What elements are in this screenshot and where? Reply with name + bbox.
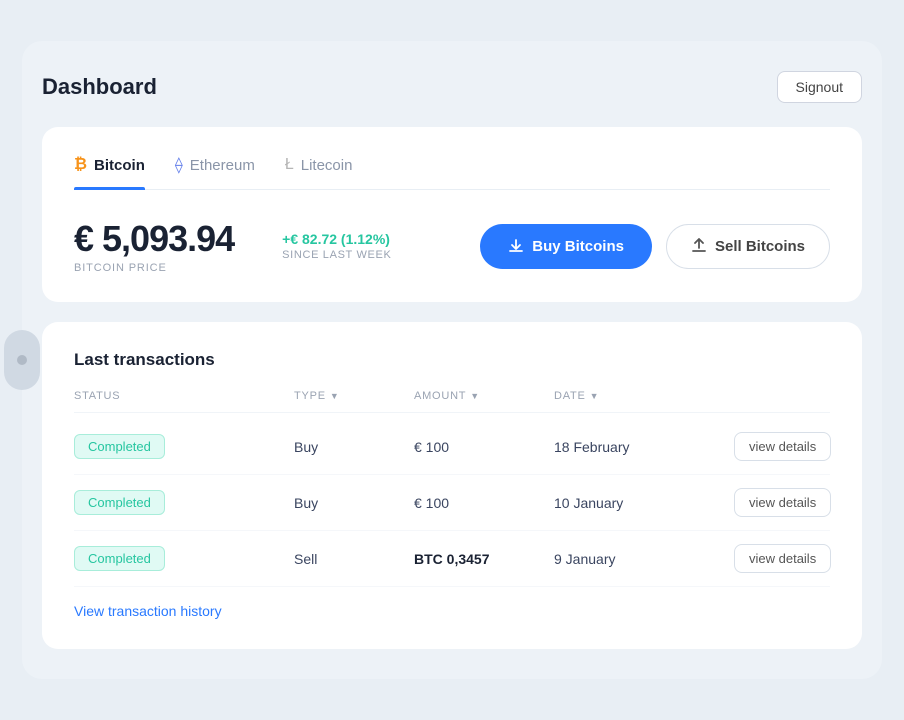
download-icon	[508, 238, 524, 254]
action-buttons: Buy Bitcoins Sell Bitcoins	[480, 224, 830, 269]
price-card: ₿ Bitcoin ⟠ Ethereum Ł Litecoin € 5,093.…	[42, 127, 862, 302]
price-value: € 5,093.94	[74, 218, 234, 260]
date-cell: 9 January	[554, 551, 734, 567]
table-row: Completed Buy € 100 10 January view deta…	[74, 475, 830, 531]
col-action	[734, 390, 854, 402]
tab-litecoin[interactable]: Ł Litecoin	[285, 155, 353, 189]
sidebar-handle[interactable]	[4, 330, 40, 390]
buy-button-label: Buy Bitcoins	[532, 238, 624, 255]
col-amount[interactable]: AMOUNT ▼	[414, 390, 554, 402]
status-badge: Completed	[74, 546, 165, 571]
action-cell: view details	[734, 544, 854, 573]
price-info: € 5,093.94 BITCOIN PRICE +€ 82.72 (1.12%…	[74, 218, 392, 274]
status-cell: Completed	[74, 490, 294, 515]
sort-type-icon: ▼	[330, 391, 340, 401]
amount-cell: BTC 0,3457	[414, 551, 554, 567]
action-cell: view details	[734, 488, 854, 517]
signout-button[interactable]: Signout	[777, 71, 862, 103]
ethereum-icon: ⟠	[175, 155, 183, 175]
tab-litecoin-label: Litecoin	[301, 157, 353, 174]
sell-button-label: Sell Bitcoins	[715, 238, 805, 255]
transactions-title: Last transactions	[74, 350, 830, 370]
buy-button[interactable]: Buy Bitcoins	[480, 224, 652, 269]
type-cell: Sell	[294, 551, 414, 567]
sort-amount-icon: ▼	[470, 391, 480, 401]
price-label: BITCOIN PRICE	[74, 262, 234, 274]
price-change: +€ 82.72 (1.12%) SINCE LAST WEEK	[282, 231, 391, 261]
status-cell: Completed	[74, 434, 294, 459]
sidebar-handle-icon	[17, 355, 27, 365]
type-cell: Buy	[294, 439, 414, 455]
header: Dashboard Signout	[42, 71, 862, 103]
outer-container: Dashboard Signout ₿ Bitcoin ⟠ Ethereum Ł…	[22, 41, 882, 679]
tabs: ₿ Bitcoin ⟠ Ethereum Ł Litecoin	[74, 155, 830, 190]
upload-icon	[691, 238, 707, 254]
action-cell: view details	[734, 432, 854, 461]
date-cell: 10 January	[554, 495, 734, 511]
view-details-button[interactable]: view details	[734, 488, 831, 517]
bitcoin-icon: ₿	[74, 156, 87, 174]
price-change-value: +€ 82.72 (1.12%)	[282, 231, 391, 247]
tab-bitcoin[interactable]: ₿ Bitcoin	[74, 155, 145, 189]
price-section: € 5,093.94 BITCOIN PRICE +€ 82.72 (1.12%…	[74, 218, 830, 274]
amount-cell: € 100	[414, 439, 554, 455]
sell-button[interactable]: Sell Bitcoins	[666, 224, 830, 269]
table-header: STATUS TYPE ▼ AMOUNT ▼ DATE ▼	[74, 390, 830, 413]
view-details-button[interactable]: view details	[734, 432, 831, 461]
price-left: € 5,093.94 BITCOIN PRICE	[74, 218, 234, 274]
tab-bitcoin-label: Bitcoin	[94, 157, 145, 174]
amount-cell: € 100	[414, 495, 554, 511]
status-badge: Completed	[74, 434, 165, 459]
sort-date-icon: ▼	[590, 391, 600, 401]
col-type[interactable]: TYPE ▼	[294, 390, 414, 402]
table-row: Completed Buy € 100 18 February view det…	[74, 419, 830, 475]
tab-ethereum[interactable]: ⟠ Ethereum	[175, 155, 255, 189]
col-status: STATUS	[74, 390, 294, 402]
transactions-card: Last transactions STATUS TYPE ▼ AMOUNT ▼…	[42, 322, 862, 649]
status-badge: Completed	[74, 490, 165, 515]
view-history-link[interactable]: View transaction history	[74, 603, 222, 619]
litecoin-icon: Ł	[285, 156, 294, 174]
table-body: Completed Buy € 100 18 February view det…	[74, 419, 830, 587]
tab-ethereum-label: Ethereum	[190, 157, 255, 174]
view-details-button[interactable]: view details	[734, 544, 831, 573]
status-cell: Completed	[74, 546, 294, 571]
table-row: Completed Sell BTC 0,3457 9 January view…	[74, 531, 830, 587]
price-change-label: SINCE LAST WEEK	[282, 249, 391, 261]
type-cell: Buy	[294, 495, 414, 511]
page-title: Dashboard	[42, 74, 157, 100]
col-date[interactable]: DATE ▼	[554, 390, 734, 402]
date-cell: 18 February	[554, 439, 734, 455]
